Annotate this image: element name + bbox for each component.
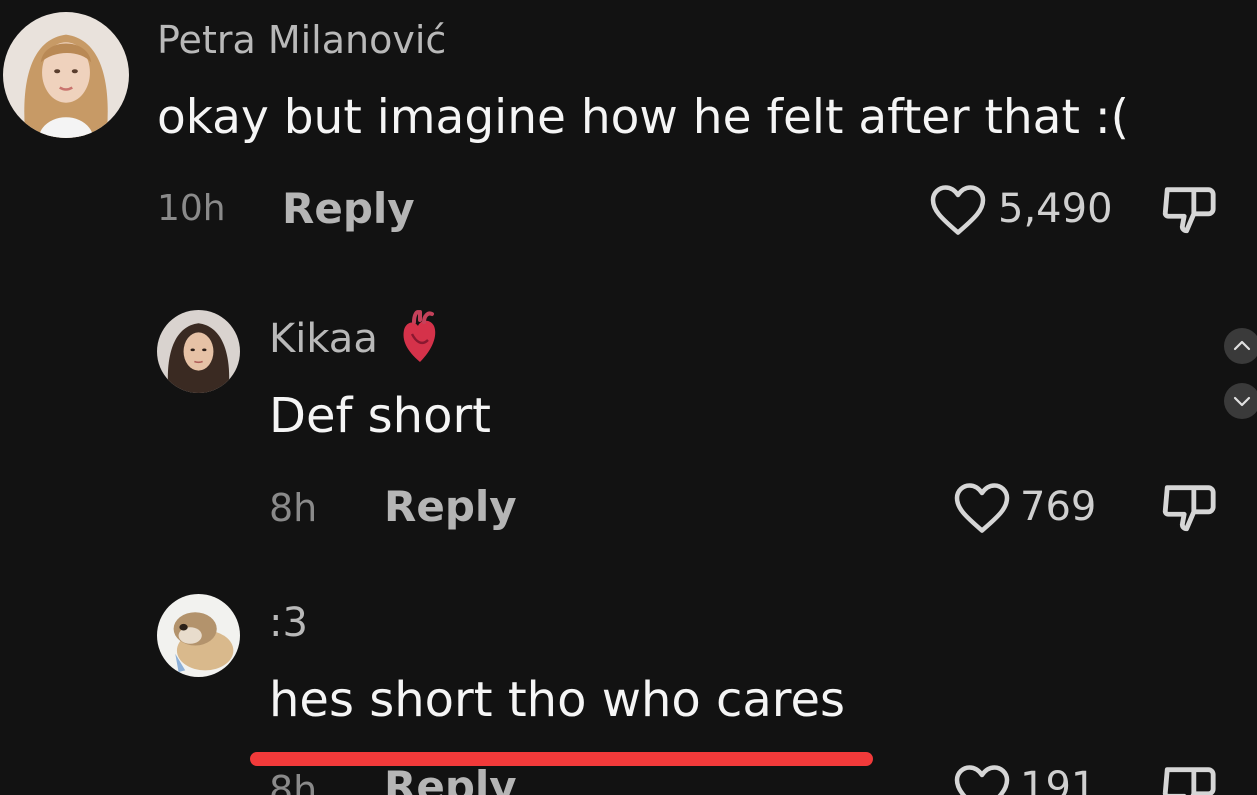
comment-text: hes short tho who cares (269, 672, 846, 728)
reply-button[interactable]: Reply (384, 762, 517, 795)
username[interactable]: Kikaa (269, 316, 378, 362)
heart-icon[interactable] (952, 762, 1012, 795)
comment-time: 10h (157, 188, 226, 229)
avatar-image (157, 594, 240, 677)
comment-text: Def short (269, 388, 491, 444)
heart-icon[interactable] (928, 182, 988, 238)
comments-screen: Petra Milanović okay but imagine how he … (0, 0, 1257, 795)
heart-icon[interactable] (952, 480, 1012, 536)
comment-text: okay but imagine how he felt after that … (157, 90, 1130, 145)
highlight-underline (250, 752, 873, 766)
reply-button[interactable]: Reply (282, 184, 415, 233)
avatar-image (3, 12, 129, 138)
like-count: 5,490 (998, 186, 1113, 232)
chevron-down-icon (1233, 396, 1251, 407)
scroll-down-button[interactable] (1224, 383, 1257, 419)
like-count: 769 (1020, 484, 1097, 530)
reply-button[interactable]: Reply (384, 482, 517, 531)
dislike-icon[interactable] (1160, 182, 1218, 236)
avatar-kikaa[interactable] (157, 310, 240, 393)
scroll-up-button[interactable] (1224, 328, 1257, 364)
avatar-petra[interactable] (3, 12, 129, 138)
dislike-icon[interactable] (1160, 480, 1218, 534)
username[interactable]: Petra Milanović (157, 18, 446, 62)
comment-time: 8h (269, 768, 318, 795)
dislike-icon[interactable] (1160, 762, 1218, 795)
avatar-cat[interactable] (157, 594, 240, 677)
chevron-up-icon (1233, 340, 1251, 351)
username[interactable]: :3 (269, 600, 308, 646)
like-count: 191 (1020, 764, 1097, 795)
comment-time: 8h (269, 486, 318, 530)
avatar-image (157, 310, 240, 393)
anatomical-heart-icon (398, 310, 442, 366)
